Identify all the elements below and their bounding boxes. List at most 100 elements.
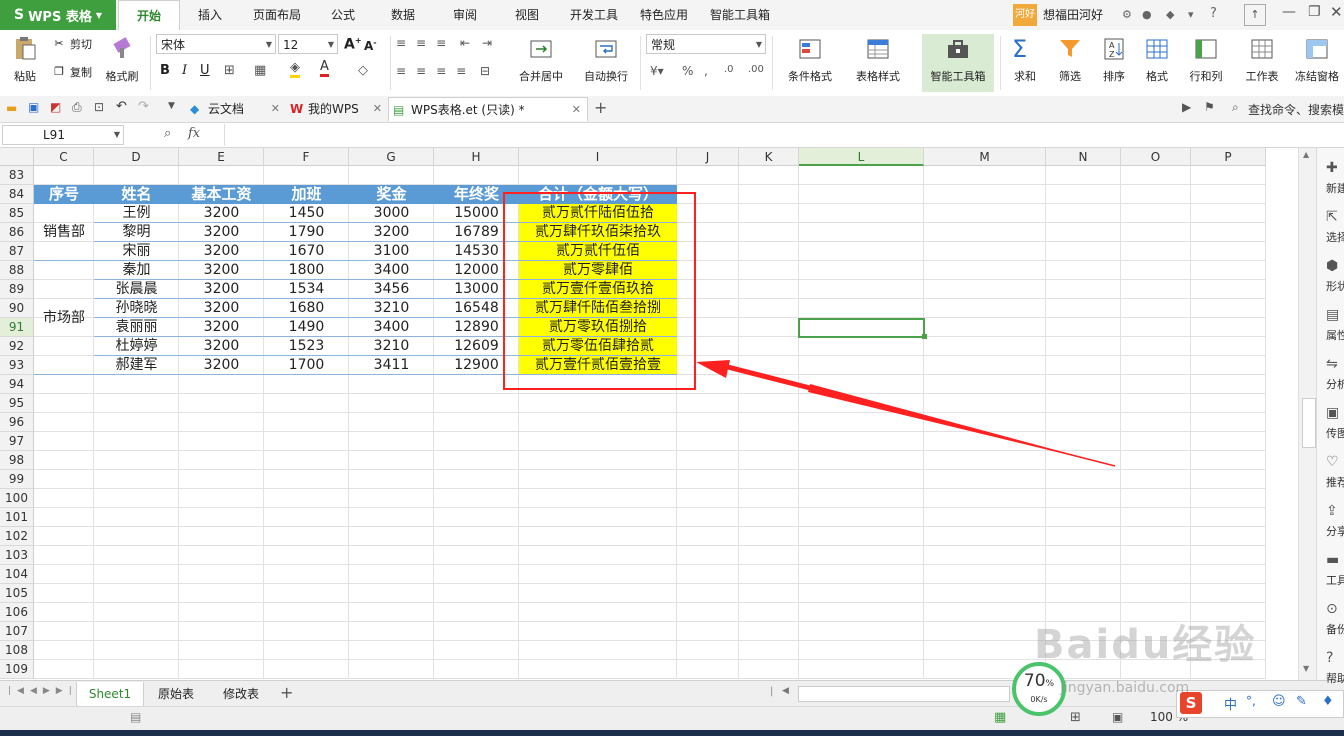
task-pane-label[interactable]: 备份 xyxy=(1326,621,1344,637)
task-pane-icon[interactable]: ⇪ xyxy=(1326,503,1344,519)
row-header[interactable]: 85 xyxy=(0,204,34,223)
row-header[interactable]: 99 xyxy=(0,470,34,489)
restore-ribbon-icon[interactable]: ↑ xyxy=(1244,4,1266,26)
tab-page-layout[interactable]: 页面布局 xyxy=(244,0,310,30)
task-pane-label[interactable]: 分析 xyxy=(1326,376,1344,392)
table-cell[interactable]: 黎明 xyxy=(94,223,179,242)
align-left-icons[interactable]: ≡≡≡≡ xyxy=(396,64,476,78)
column-header[interactable]: D xyxy=(94,148,179,166)
task-pane-icon[interactable]: ⊙ xyxy=(1326,601,1344,617)
column-header[interactable]: P xyxy=(1191,148,1266,166)
task-pane-label[interactable]: 推荐 xyxy=(1326,474,1344,490)
column-header[interactable]: J xyxy=(677,148,739,166)
table-cell[interactable]: 3200 xyxy=(179,242,264,261)
close-icon[interactable]: ✕ xyxy=(271,97,280,121)
function-icon[interactable]: fx xyxy=(188,126,200,141)
hscroll-split-icon[interactable]: | xyxy=(770,686,773,697)
punctuation-icon[interactable]: °, xyxy=(1246,694,1256,708)
clear-format-icon[interactable]: ◇ xyxy=(358,63,368,78)
normal-view-icon[interactable]: ▦ xyxy=(994,710,1006,725)
conditional-format-button[interactable]: 条件格式 xyxy=(778,34,842,92)
table-cell[interactable]: 3200 xyxy=(179,299,264,318)
table-header-cell[interactable]: 基本工资 xyxy=(179,185,264,204)
task-pane-label[interactable]: 传图 xyxy=(1326,425,1344,441)
share-icon[interactable]: ◆ xyxy=(1166,8,1174,21)
table-cell[interactable]: 宋丽 xyxy=(94,242,179,261)
row-header[interactable]: 106 xyxy=(0,603,34,622)
table-cell[interactable]: 3100 xyxy=(349,242,434,261)
row-header[interactable]: 89 xyxy=(0,280,34,299)
row-header[interactable]: 90 xyxy=(0,299,34,318)
table-cell[interactable]: 1523 xyxy=(264,337,349,356)
row-header[interactable]: 86 xyxy=(0,223,34,242)
close-icon[interactable]: ✕ xyxy=(1330,3,1343,21)
table-cell[interactable]: 3210 xyxy=(349,337,434,356)
table-cell[interactable]: 袁丽丽 xyxy=(94,318,179,337)
sheet-nav-icons[interactable]: |◀◀▶▶| xyxy=(8,686,78,696)
distribute-icon[interactable]: ⊟ xyxy=(480,64,490,78)
row-header[interactable]: 100 xyxy=(0,489,34,508)
ime-mode-icon[interactable]: 中 xyxy=(1224,694,1237,713)
italic-icon[interactable]: I xyxy=(182,63,187,78)
column-header[interactable]: E xyxy=(179,148,264,166)
row-header[interactable]: 101 xyxy=(0,508,34,527)
sheet-tab-original[interactable]: 原始表 xyxy=(146,682,206,706)
column-header[interactable]: O xyxy=(1121,148,1191,166)
copy-button[interactable]: ❐ 复制 xyxy=(52,64,92,80)
more-icon[interactable]: ▾ xyxy=(1188,8,1194,21)
currency-icon[interactable]: ¥▾ xyxy=(650,64,664,78)
cut-button[interactable]: ✂ 剪切 xyxy=(52,36,92,52)
freeze-panes-button[interactable]: 冻结窗格 xyxy=(1290,34,1344,92)
task-pane-icon[interactable]: ⬢ xyxy=(1326,258,1344,274)
table-cell[interactable]: 1450 xyxy=(264,204,349,223)
table-header-cell[interactable]: 加班 xyxy=(264,185,349,204)
tab-data[interactable]: 数据 xyxy=(380,0,426,30)
table-cell[interactable]: 1680 xyxy=(264,299,349,318)
tab-smart-toolbox[interactable]: 智能工具箱 xyxy=(704,0,776,30)
format-painter-button[interactable]: 格式刷 xyxy=(102,34,142,92)
app-menu-button[interactable]: S WPS 表格 ▼ xyxy=(0,0,116,30)
align-top-icons[interactable]: ≡≡≡ xyxy=(396,36,456,50)
folder-icon[interactable]: ▬ xyxy=(6,101,17,115)
tab-features[interactable]: 特色应用 xyxy=(634,0,694,30)
task-pane-icon[interactable]: ▤ xyxy=(1326,307,1344,323)
task-pane-label[interactable]: 形状 xyxy=(1326,278,1344,294)
row-header[interactable]: 87 xyxy=(0,242,34,261)
underline-icon[interactable]: U xyxy=(200,63,210,78)
user-avatar[interactable]: 河好 xyxy=(1013,4,1037,26)
indent-decrease-icon[interactable]: ⇤ xyxy=(460,36,470,50)
table-header-cell[interactable]: 姓名 xyxy=(94,185,179,204)
table-cell[interactable]: 3200 xyxy=(349,223,434,242)
preview-icon[interactable]: ⊡ xyxy=(94,100,104,114)
row-header[interactable]: 103 xyxy=(0,546,34,565)
redo-icon[interactable]: ↷ xyxy=(138,99,149,114)
feedback-icon[interactable]: ⚑ xyxy=(1204,100,1215,114)
font-shrink-icon[interactable]: A- xyxy=(364,38,377,53)
skin-icon[interactable]: ⚙ xyxy=(1122,8,1132,21)
table-cell[interactable]: 杜婷婷 xyxy=(94,337,179,356)
table-cell[interactable]: 1700 xyxy=(264,356,349,375)
row-header[interactable]: 109 xyxy=(0,660,34,679)
row-header[interactable]: 84 xyxy=(0,185,34,204)
scroll-up-icon[interactable]: ▲ xyxy=(1303,150,1309,159)
row-header[interactable]: 88 xyxy=(0,261,34,280)
network-speed-widget[interactable]: 70% 0K/s xyxy=(1012,662,1066,716)
table-cell[interactable]: 1670 xyxy=(264,242,349,261)
column-header[interactable]: C xyxy=(34,148,94,166)
scroll-down-icon[interactable]: ▼ xyxy=(1303,664,1309,673)
table-header-cell[interactable]: 奖金 xyxy=(349,185,434,204)
decrease-decimal-icon[interactable]: .00 xyxy=(748,64,764,75)
task-pane-icon[interactable]: ? xyxy=(1326,650,1344,666)
row-header[interactable]: 95 xyxy=(0,394,34,413)
column-header[interactable]: N xyxy=(1046,148,1121,166)
column-header[interactable]: M xyxy=(924,148,1046,166)
undo-icon[interactable]: ↶ xyxy=(116,99,127,114)
add-sheet-icon[interactable]: + xyxy=(280,683,293,702)
tab-developer[interactable]: 开发工具 xyxy=(564,0,624,30)
task-pane-icon[interactable]: ▬ xyxy=(1326,552,1344,568)
command-search-input[interactable]: 查找命令、搜索模 xyxy=(1248,101,1344,118)
percent-icon[interactable]: % xyxy=(682,64,693,78)
tab-cloud-docs[interactable]: ◆ 云文档 ✕ xyxy=(186,97,282,121)
tab-home[interactable]: 开始 xyxy=(118,0,180,31)
vertical-scrollbar[interactable]: ▲ ▼ xyxy=(1298,148,1317,680)
